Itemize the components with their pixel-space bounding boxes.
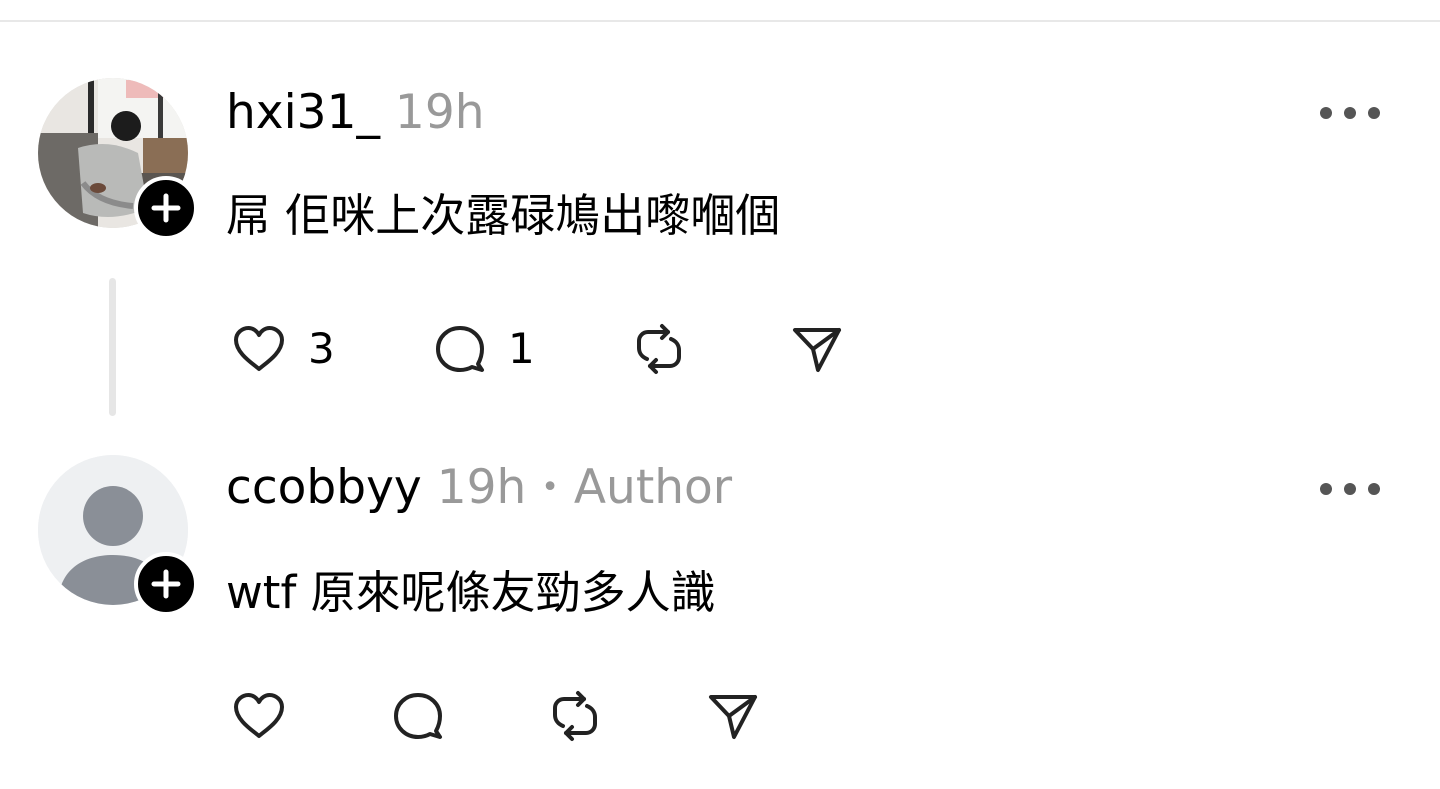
more-dots-icon — [1320, 483, 1380, 495]
follow-button[interactable] — [134, 176, 198, 240]
like-button[interactable] — [232, 686, 286, 746]
comment-text: 屌 佢咪上次露碌鳩出嚟嗰個 — [226, 189, 781, 242]
share-button[interactable] — [792, 319, 842, 379]
comment-item: hxi31_ 19h 屌 佢咪上次露碌鳩出嚟嗰個 3 1 — [0, 0, 1440, 430]
comment-bubble-icon — [436, 326, 484, 372]
plus-icon — [151, 569, 181, 599]
timestamp[interactable]: 19h — [437, 460, 527, 515]
comment-header: ccobbyy 19h • Author — [226, 458, 732, 518]
heart-icon — [234, 693, 284, 738]
like-button[interactable]: 3 — [232, 319, 335, 379]
more-options-button[interactable] — [1316, 474, 1384, 504]
share-button[interactable] — [708, 686, 758, 746]
heart-icon — [234, 326, 284, 371]
reply-button[interactable]: 1 — [434, 319, 535, 379]
comment-header: hxi31_ 19h — [226, 83, 485, 143]
timestamp[interactable]: 19h — [395, 85, 485, 140]
reply-button[interactable] — [392, 686, 444, 746]
comment-item: ccobbyy 19h • Author wtf 原來呢條友勁多人識 — [0, 430, 1440, 789]
send-icon — [709, 695, 757, 739]
like-count: 3 — [308, 324, 335, 373]
comment-text: wtf 原來呢條友勁多人識 — [226, 566, 716, 619]
repost-icon — [637, 324, 681, 374]
more-options-button[interactable] — [1316, 98, 1384, 128]
repost-button[interactable] — [550, 686, 600, 746]
send-icon — [793, 328, 841, 372]
repost-button[interactable] — [634, 319, 684, 379]
follow-button[interactable] — [134, 552, 198, 616]
username[interactable]: hxi31_ — [226, 85, 380, 140]
thread-line — [109, 278, 116, 416]
repost-icon — [553, 691, 597, 741]
reply-count: 1 — [508, 324, 535, 373]
plus-icon — [151, 193, 181, 223]
more-dots-icon — [1320, 107, 1380, 119]
author-tag: Author — [573, 460, 733, 515]
comment-bubble-icon — [394, 693, 442, 739]
username[interactable]: ccobbyy — [226, 460, 422, 515]
separator-dot: • — [541, 470, 559, 505]
